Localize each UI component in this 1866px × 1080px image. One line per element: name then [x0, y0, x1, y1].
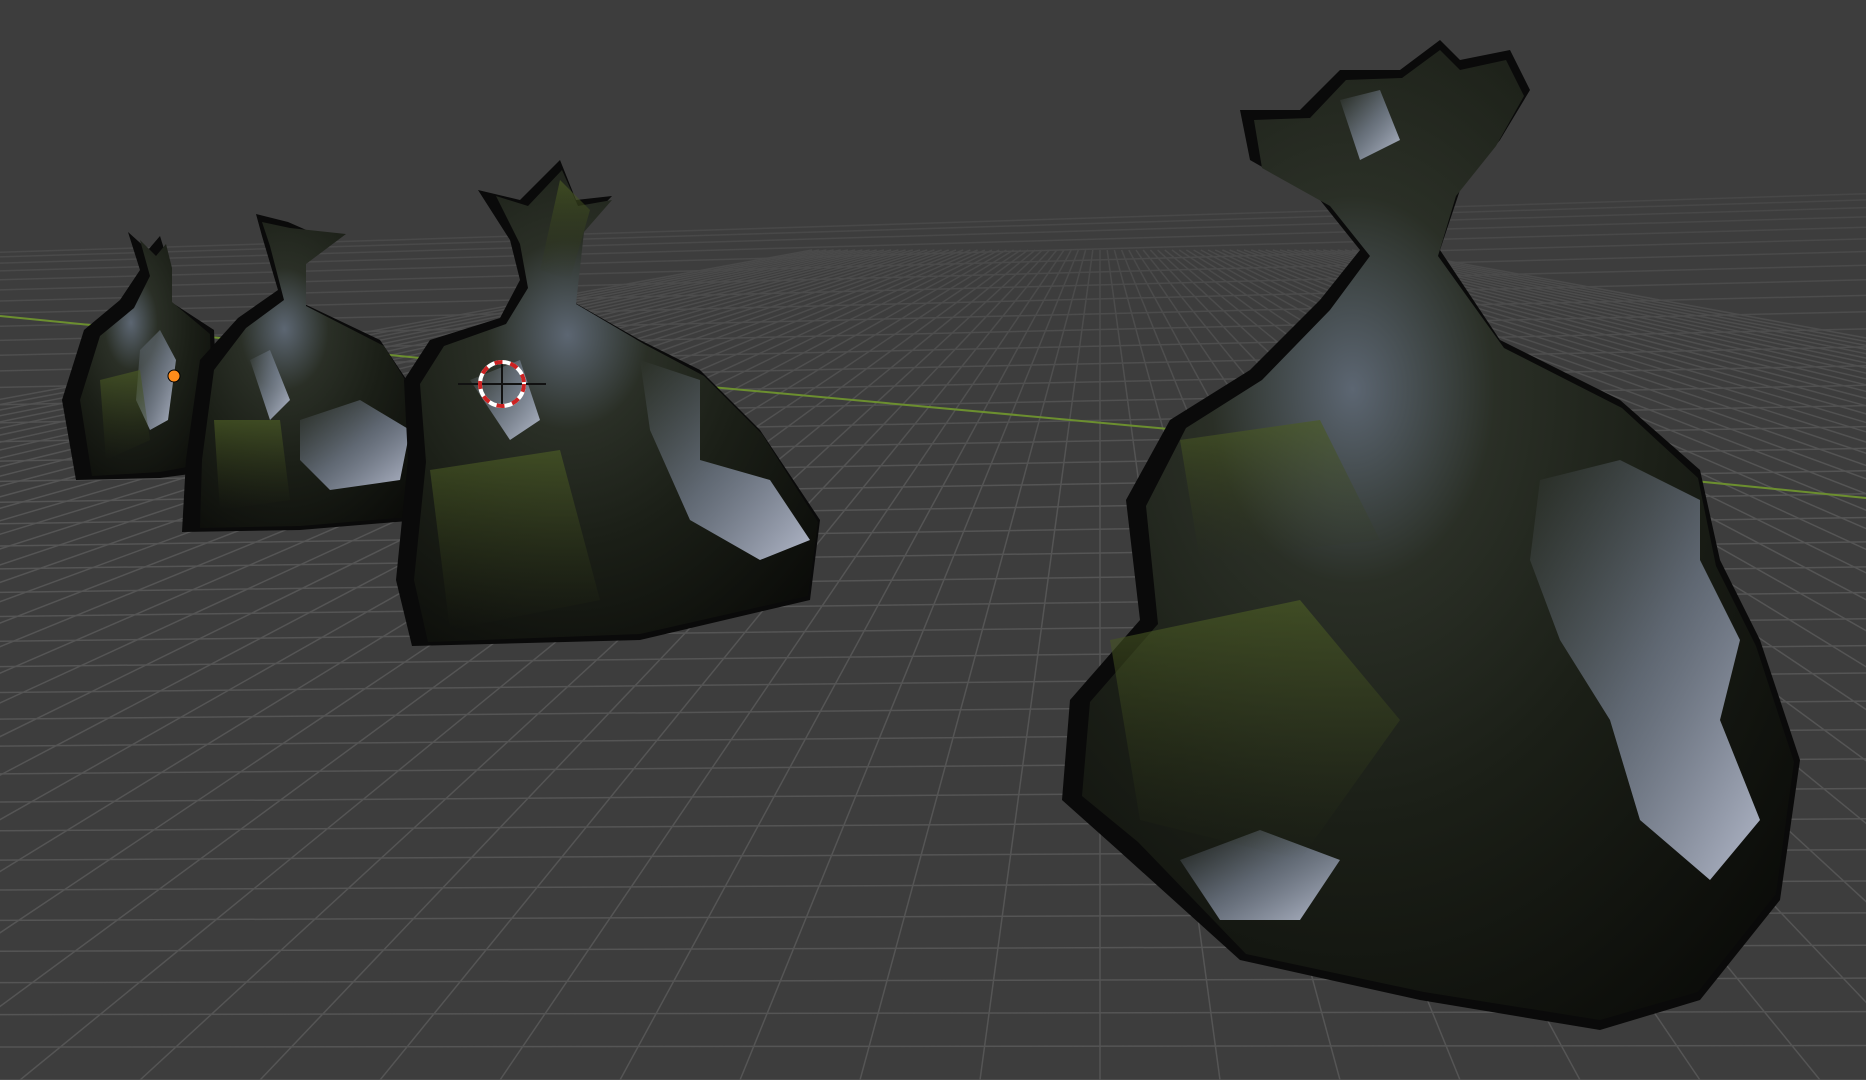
object-origin-marker[interactable]	[167, 369, 181, 383]
3d-viewport[interactable]	[0, 0, 1866, 1080]
